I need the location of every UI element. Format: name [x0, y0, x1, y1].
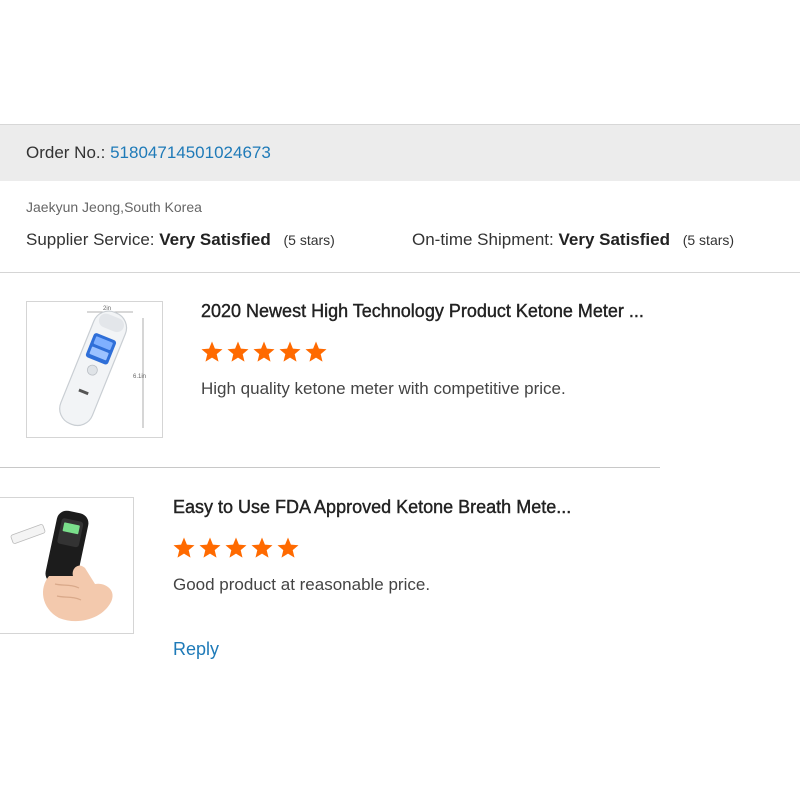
- review-text: High quality ketone meter with competiti…: [201, 379, 566, 398]
- star-icon: [253, 341, 275, 362]
- divider: [0, 467, 660, 468]
- order-number-label: Order No.:: [26, 143, 106, 162]
- buyer-name: Jaekyun Jeong,South Korea: [26, 199, 202, 215]
- star-icon: [251, 537, 273, 558]
- ketone-meter-image: 2in 6.1in: [27, 302, 162, 437]
- reply-link[interactable]: Reply: [173, 639, 219, 660]
- star-icon: [173, 537, 195, 558]
- breath-meter-image: [0, 498, 133, 633]
- supplier-service-rating: Supplier Service: Very Satisfied (5 star…: [26, 230, 335, 250]
- shipment-rating: On-time Shipment: Very Satisfied (5 star…: [412, 230, 734, 250]
- product-thumbnail-breath-meter[interactable]: [0, 497, 134, 634]
- divider: [0, 272, 800, 273]
- star-icon: [199, 537, 221, 558]
- star-icon: [277, 537, 299, 558]
- star-icon: [305, 341, 327, 362]
- review-text: Good product at reasonable price.: [173, 575, 431, 594]
- star-icon: [227, 341, 249, 362]
- supplier-service-stars: (5 stars): [283, 232, 335, 248]
- product-title-link[interactable]: Easy to Use FDA Approved Ketone Breath M…: [173, 497, 643, 518]
- star-icon: [279, 341, 301, 362]
- shipment-stars: (5 stars): [682, 232, 735, 248]
- image-height-label: 6.1in: [133, 374, 146, 380]
- supplier-service-label: Supplier Service:: [26, 230, 155, 249]
- product-title-link[interactable]: 2020 Newest High Technology Product Keto…: [201, 301, 671, 322]
- review-rating-stars: [200, 340, 328, 364]
- shipment-label: On-time Shipment:: [412, 230, 554, 249]
- review-rating-stars: [172, 536, 300, 560]
- star-icon: [201, 341, 223, 362]
- order-number-link[interactable]: 51804714501024673: [110, 143, 271, 162]
- supplier-service-value: Very Satisfied: [159, 230, 271, 249]
- star-icon: [225, 537, 247, 558]
- product-thumbnail-ketone-meter[interactable]: 2in 6.1in: [26, 301, 163, 438]
- shipment-value: Very Satisfied: [558, 230, 670, 249]
- order-header: Order No.: 51804714501024673: [0, 124, 800, 181]
